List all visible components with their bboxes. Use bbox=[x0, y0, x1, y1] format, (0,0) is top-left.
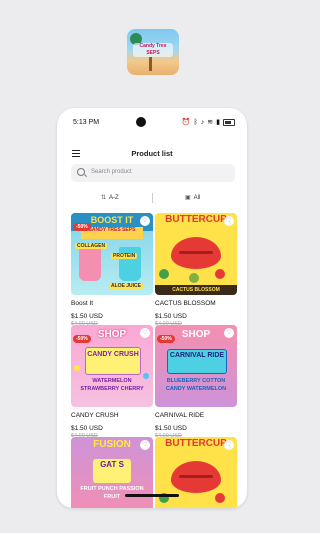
sign-post bbox=[149, 57, 152, 71]
shop-bag-icon: ▣ bbox=[185, 195, 191, 201]
product-image[interactable]: FUSION GAT S FRUIT PUNCH PASSION FRUIT ♡ bbox=[71, 437, 153, 508]
product-image[interactable]: BOOST IT SANDY TRES SEPS COLLAGEN PROTEI… bbox=[71, 213, 153, 295]
fruit-graphic bbox=[215, 493, 225, 503]
art-box: GAT S bbox=[93, 459, 131, 483]
art-label: ALOE JUICE bbox=[109, 283, 144, 289]
app-icon-sign: Candy Tres SEPS bbox=[133, 43, 173, 57]
heart-icon[interactable]: ♡ bbox=[224, 440, 234, 450]
status-time: 5:13 PM bbox=[73, 119, 100, 126]
drink-cup-pink bbox=[79, 247, 101, 281]
product-image[interactable]: BUTTERCUP CACTUS BLOSSOM ♡ bbox=[155, 213, 237, 295]
product-price: $1.50 USD bbox=[71, 313, 103, 320]
art-flavors: FRUIT PUNCH PASSION FRUIT bbox=[80, 486, 144, 500]
product-card[interactable]: SHOP CARNIVAL RIDE BLUEBERRY COTTON CAND… bbox=[155, 325, 237, 439]
art-label: COLLAGEN bbox=[75, 243, 108, 249]
product-card[interactable]: BOOST IT SANDY TRES SEPS COLLAGEN PROTEI… bbox=[71, 213, 153, 327]
lips-graphic bbox=[171, 237, 221, 269]
discount-badge: -50% bbox=[157, 335, 175, 343]
fruit-graphic bbox=[159, 269, 169, 279]
product-name: CACTUS BLOSSOM bbox=[155, 300, 216, 307]
category-filter-button[interactable]: ▣ All bbox=[185, 194, 200, 201]
sort-icon: ⇅ bbox=[101, 195, 107, 201]
filter-bar: ⇅ A-Z ▣ All bbox=[57, 191, 247, 205]
art-box: CANDY CRUSH bbox=[85, 347, 141, 375]
signal-icon: ▮ bbox=[216, 119, 220, 126]
product-card[interactable]: BUTTERCUP CACTUS BLOSSOM ♡ CACTUS BLOSSO… bbox=[155, 213, 237, 327]
phone-screen: 5:13 PM ⏰ ᛒ ♪ ≋ ▮ Product list Search pr… bbox=[57, 108, 247, 508]
heart-icon[interactable]: ♡ bbox=[140, 216, 150, 226]
heart-icon[interactable]: ♡ bbox=[224, 328, 234, 338]
candy-dot bbox=[143, 373, 149, 379]
art-label: PROTEIN bbox=[111, 253, 138, 259]
wifi-icon: ≋ bbox=[207, 119, 214, 126]
search-input[interactable]: Search product bbox=[71, 164, 235, 182]
product-name: CANDY CRUSH bbox=[71, 412, 119, 419]
heart-icon[interactable]: ♡ bbox=[140, 328, 150, 338]
product-price: $1.50 USD bbox=[155, 313, 187, 320]
sort-button[interactable]: ⇅ A-Z bbox=[101, 194, 119, 201]
art-flavors: WATERMELON STRAWBERRY CHERRY bbox=[80, 378, 144, 392]
top-bar: Product list bbox=[57, 146, 247, 162]
product-price: $1.50 USD bbox=[155, 425, 187, 432]
status-bar: 5:13 PM ⏰ ᛒ ♪ ≋ ▮ bbox=[57, 116, 247, 130]
candy-dot bbox=[74, 365, 80, 371]
sort-label: A-Z bbox=[109, 195, 119, 201]
camera-cutout bbox=[136, 117, 146, 127]
product-name: CARNIVAL RIDE bbox=[155, 412, 205, 419]
product-card[interactable]: FUSION GAT S FRUIT PUNCH PASSION FRUIT ♡ bbox=[71, 437, 153, 508]
status-icons: ⏰ ᛒ ♪ ≋ ▮ bbox=[182, 118, 235, 126]
mute-icon: ♪ bbox=[200, 118, 205, 126]
filter-divider bbox=[152, 193, 153, 203]
battery-icon bbox=[223, 118, 235, 126]
product-card[interactable]: BUTTERCUP ♡ bbox=[155, 437, 237, 508]
discount-badge: -50% bbox=[73, 223, 91, 231]
product-price: $1.50 USD bbox=[71, 425, 103, 432]
alarm-icon: ⏰ bbox=[181, 119, 191, 126]
home-indicator[interactable] bbox=[125, 494, 179, 497]
heart-icon[interactable]: ♡ bbox=[140, 440, 150, 450]
heart-icon[interactable]: ♡ bbox=[224, 216, 234, 226]
bluetooth-icon: ᛒ bbox=[193, 118, 198, 126]
product-name: Boost It bbox=[71, 300, 94, 307]
category-label: All bbox=[193, 195, 201, 201]
discount-badge: -50% bbox=[73, 335, 91, 343]
product-image[interactable]: SHOP CARNIVAL RIDE BLUEBERRY COTTON CAND… bbox=[155, 325, 237, 407]
product-image[interactable]: SHOP CANDY CRUSH WATERMELON STRAWBERRY C… bbox=[71, 325, 153, 407]
art-footer: CACTUS BLOSSOM bbox=[155, 285, 237, 295]
product-image[interactable]: BUTTERCUP ♡ bbox=[155, 437, 237, 508]
art-box: CARNIVAL RIDE bbox=[167, 349, 227, 374]
search-placeholder: Search product bbox=[91, 169, 132, 175]
app-icon[interactable]: Candy Tres SEPS bbox=[127, 29, 179, 75]
fruit-graphic bbox=[215, 269, 225, 279]
product-card[interactable]: SHOP CANDY CRUSH WATERMELON STRAWBERRY C… bbox=[71, 325, 153, 439]
page-title: Product list bbox=[131, 149, 173, 158]
fruit-graphic bbox=[189, 273, 199, 283]
search-icon bbox=[77, 168, 85, 176]
lips-graphic bbox=[171, 461, 221, 493]
art-flavors: BLUEBERRY COTTON CANDY WATERMELON bbox=[165, 378, 227, 392]
